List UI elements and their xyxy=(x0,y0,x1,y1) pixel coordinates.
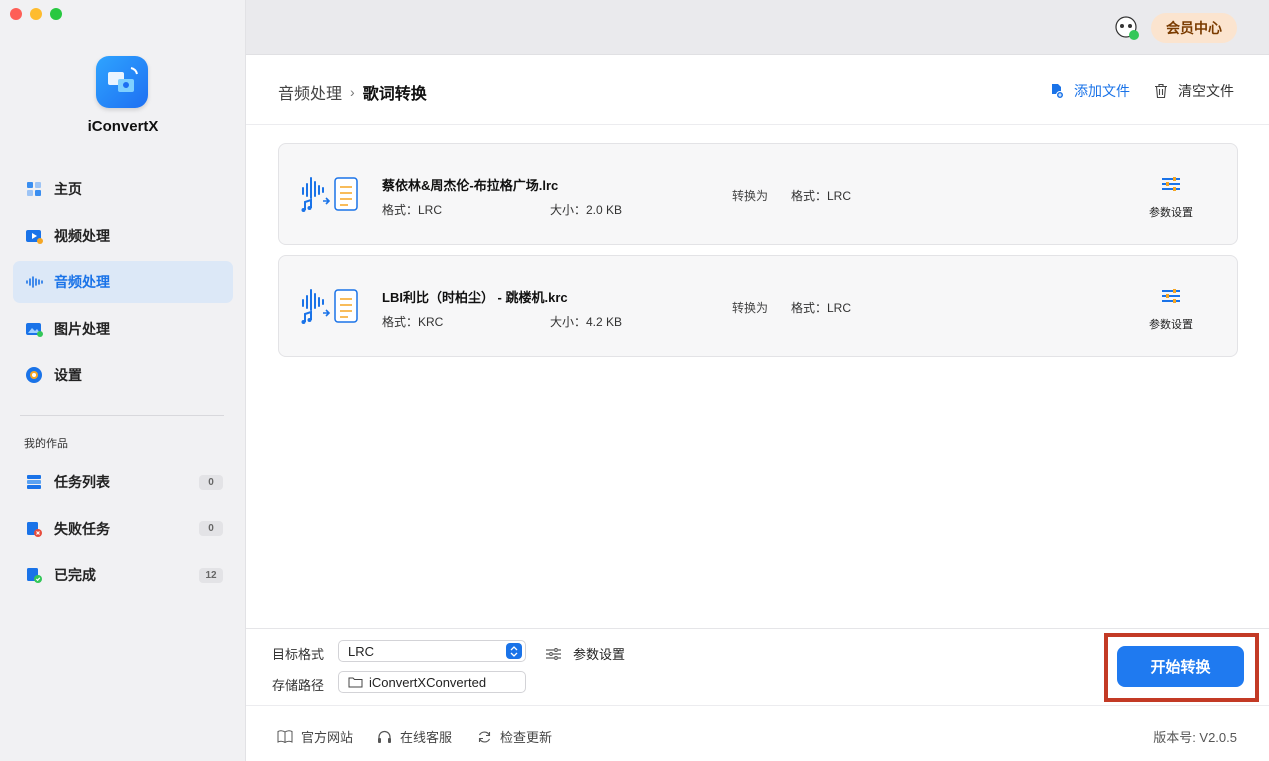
window-controls xyxy=(10,8,62,20)
sidebar-item-label: 主页 xyxy=(54,181,82,197)
close-window-button[interactable] xyxy=(10,8,22,20)
failed-task-icon xyxy=(24,519,44,539)
page-title: 歌词转换 xyxy=(362,86,427,103)
sidebar-item-label: 设置 xyxy=(54,367,82,383)
convert-to-label: 转换为 xyxy=(732,301,769,315)
target-format-value: LRC xyxy=(348,643,375,659)
task-list-icon xyxy=(24,472,44,492)
user-avatar-icon[interactable] xyxy=(1114,15,1140,41)
app-logo-icon xyxy=(96,56,148,108)
official-website-link[interactable]: 官方网站 xyxy=(277,727,353,746)
sidebar-item-label: 已完成 xyxy=(54,567,96,583)
member-center-button[interactable]: 会员中心 xyxy=(1151,13,1237,43)
video-icon xyxy=(24,226,44,246)
param-settings-label: 参数设置 xyxy=(1149,319,1193,331)
clear-files-label: 清空文件 xyxy=(1178,83,1234,99)
sidebar-divider xyxy=(20,415,224,416)
version-label: 版本号: V2.0.5 xyxy=(1153,730,1237,745)
save-path-field[interactable]: iConvertXConverted xyxy=(338,671,526,693)
sidebar-nav: 主页 视频处理 音频处理 图片处理 设置 xyxy=(13,168,233,401)
check-update-link[interactable]: 检查更新 xyxy=(477,727,552,746)
settings-icon xyxy=(24,365,44,385)
completed-icon xyxy=(24,565,44,585)
target-format-select[interactable]: LRC xyxy=(338,640,526,662)
param-settings-button[interactable]: 参数设置 xyxy=(1141,288,1201,333)
count-badge: 0 xyxy=(199,521,223,536)
sliders-icon xyxy=(1141,288,1201,309)
lyrics-file-icon xyxy=(299,286,361,326)
trash-icon xyxy=(1154,83,1168,99)
output-format[interactable]: 格式：LRC xyxy=(791,299,851,316)
chevron-updown-icon xyxy=(506,643,522,659)
online-support-label: 在线客服 xyxy=(400,730,453,745)
my-works-title: 我的作品 xyxy=(24,438,68,450)
sidebar-item-failed-tasks[interactable]: 失败任务 0 xyxy=(13,508,233,550)
count-badge: 12 xyxy=(199,567,223,583)
target-format-label: 目标格式 xyxy=(272,647,325,662)
works-list: 任务列表 0 失败任务 0 已完成 12 xyxy=(13,461,233,601)
content-header: 音频处理 › 歌词转换 添加文件 清空文件 xyxy=(246,55,1269,125)
add-file-button[interactable]: 添加文件 xyxy=(1050,81,1130,101)
bottom-bar: 目标格式 LRC 参数设置 存储路径 iConvertXConverted 开始… xyxy=(246,628,1269,761)
sidebar-item-label: 图片处理 xyxy=(54,320,110,337)
save-path-value: iConvertXConverted xyxy=(369,674,487,690)
sidebar-item-settings[interactable]: 设置 xyxy=(13,354,233,396)
start-convert-button[interactable]: 开始转换 xyxy=(1117,646,1244,687)
file-name: 蔡依林&周杰伦-布拉格广场.lrc xyxy=(382,178,559,193)
sidebar-item-image[interactable]: 图片处理 xyxy=(13,308,233,350)
file-size: 大小：4.2 KB xyxy=(550,315,623,329)
count-badge: 0 xyxy=(199,474,223,490)
app-window: iConvertX 主页 视频处理 音频处理 图片处理 设置 我的作品 任务列表… xyxy=(0,0,1269,761)
breadcrumb: 音频处理 › 歌词转换 xyxy=(278,80,427,104)
sidebar: iConvertX 主页 视频处理 音频处理 图片处理 设置 我的作品 任务列表… xyxy=(0,0,246,761)
add-file-icon xyxy=(1050,83,1064,99)
audio-icon xyxy=(24,272,44,292)
save-path-label: 存储路径 xyxy=(272,678,325,693)
sidebar-item-label: 任务列表 xyxy=(54,474,110,490)
sidebar-item-audio[interactable]: 音频处理 xyxy=(13,261,233,303)
zoom-window-button[interactable] xyxy=(50,8,62,20)
file-format: 格式：LRC xyxy=(382,203,443,217)
sidebar-item-label: 音频处理 xyxy=(54,274,110,290)
param-settings-button[interactable]: 参数设置 xyxy=(1141,176,1201,221)
global-param-settings-button[interactable]: 参数设置 xyxy=(546,644,625,663)
file-card[interactable]: 蔡依林&周杰伦-布拉格广场.lrc 格式：LRC 大小：2.0 KB 转换为 格… xyxy=(278,143,1238,245)
refresh-icon xyxy=(477,730,492,744)
sidebar-item-completed[interactable]: 已完成 12 xyxy=(13,554,233,596)
clear-files-button[interactable]: 清空文件 xyxy=(1154,81,1234,101)
output-format[interactable]: 格式：LRC xyxy=(791,187,851,204)
book-icon xyxy=(277,730,293,743)
sidebar-item-label: 失败任务 xyxy=(54,520,110,537)
sliders-icon xyxy=(546,647,561,660)
official-website-label: 官方网站 xyxy=(301,730,354,745)
home-icon xyxy=(24,179,44,199)
global-param-settings-label: 参数设置 xyxy=(573,647,626,662)
breadcrumb-parent[interactable]: 音频处理 xyxy=(278,80,342,104)
convert-to-label: 转换为 xyxy=(732,189,769,203)
file-card[interactable]: LBI利比（时柏尘） - 跳楼机.krc 格式：KRC 大小：4.2 KB 转换… xyxy=(278,255,1238,357)
sidebar-item-task-list[interactable]: 任务列表 0 xyxy=(13,461,233,503)
breadcrumb-separator: › xyxy=(350,84,355,100)
image-icon xyxy=(24,319,44,339)
minimize-window-button[interactable] xyxy=(30,8,42,20)
sidebar-item-label: 视频处理 xyxy=(54,227,110,244)
folder-icon xyxy=(348,676,363,688)
sliders-icon xyxy=(1141,176,1201,197)
add-file-label: 添加文件 xyxy=(1074,83,1130,99)
sidebar-item-home[interactable]: 主页 xyxy=(13,168,233,210)
check-update-label: 检查更新 xyxy=(500,730,553,745)
sidebar-item-video[interactable]: 视频处理 xyxy=(13,215,233,257)
file-size: 大小：2.0 KB xyxy=(550,203,623,217)
online-support-link[interactable]: 在线客服 xyxy=(377,727,452,746)
lyrics-file-icon xyxy=(299,174,361,214)
headset-icon xyxy=(377,730,392,744)
file-name: LBI利比（时柏尘） - 跳楼机.krc xyxy=(382,290,568,305)
app-name: iConvertX xyxy=(87,118,159,135)
file-format: 格式：KRC xyxy=(382,315,444,329)
param-settings-label: 参数设置 xyxy=(1149,207,1193,219)
footer-divider xyxy=(246,705,1269,706)
